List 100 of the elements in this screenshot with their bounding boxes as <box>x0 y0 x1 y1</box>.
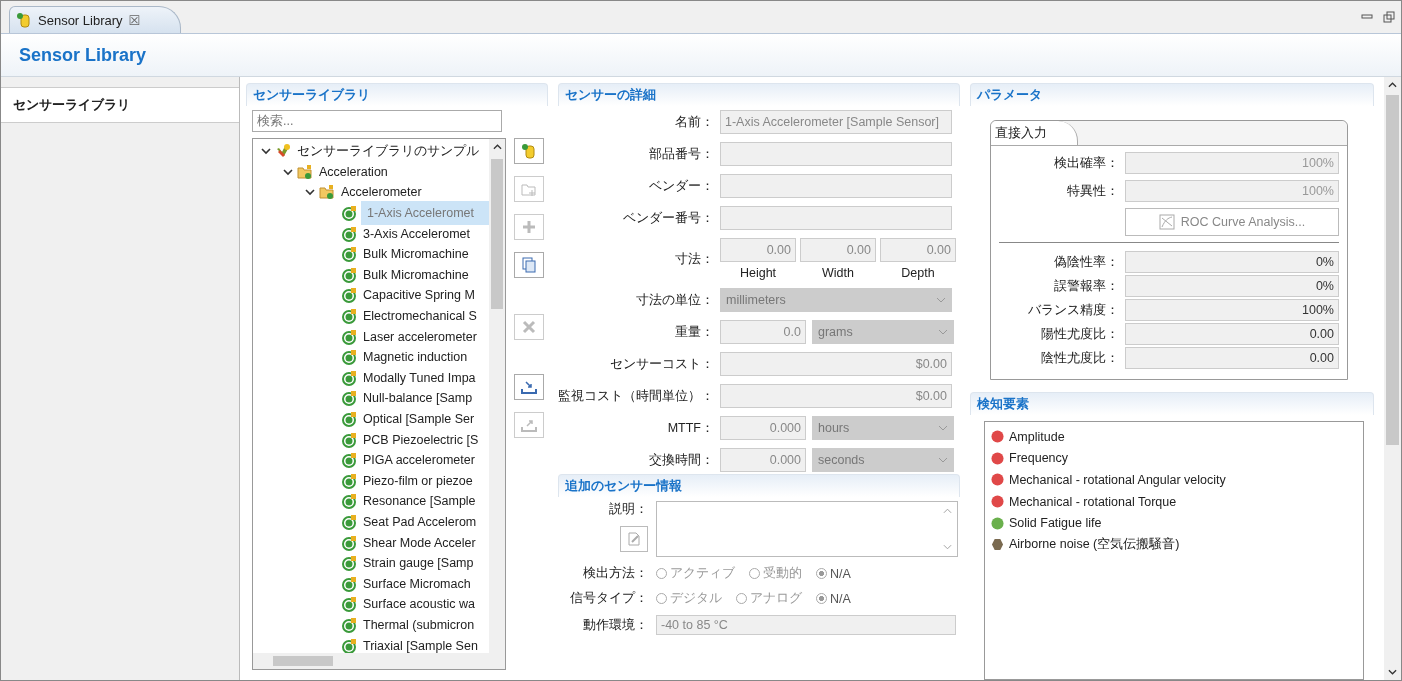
field-label: 説明： <box>609 501 648 518</box>
sensor-icon <box>341 616 357 633</box>
tree-item[interactable]: Piezo-film or piezoe <box>361 473 475 488</box>
list-item[interactable]: Frequency <box>1009 451 1069 466</box>
sensor-icon <box>341 390 357 407</box>
tree-item[interactable]: Optical [Sample Ser <box>361 412 477 426</box>
folder-icon <box>319 184 335 201</box>
chevron-icon[interactable] <box>283 166 293 177</box>
section-title: 追加のセンサー情報 <box>565 477 682 495</box>
sensor-icon <box>341 472 357 489</box>
list-item[interactable]: Mechanical - rotational Torque <box>1009 494 1177 509</box>
tree-item[interactable]: Laser accelerometer <box>361 329 479 344</box>
folder-icon <box>297 163 313 180</box>
page-title: Sensor Library <box>19 44 147 66</box>
scrollbar-thumb[interactable] <box>273 656 333 666</box>
input-field[interactable]: 100% <box>1125 299 1339 321</box>
sensor-icon <box>16 12 32 28</box>
tree-item[interactable]: Surface acoustic wa <box>361 597 477 612</box>
sensor-icon <box>341 328 357 345</box>
sensor-icon <box>341 411 357 427</box>
add-sensor-button[interactable] <box>514 138 544 164</box>
tree-item[interactable]: PIGA accelerometer <box>361 453 477 468</box>
roc-curve-button[interactable]: ROC Curve Analysis... <box>1125 208 1339 236</box>
radio-button[interactable] <box>656 593 667 604</box>
tree-item[interactable]: Accelerometer <box>339 185 424 200</box>
tree-item[interactable]: Seat Pad Accelerom <box>361 515 479 529</box>
radio-button[interactable] <box>816 593 827 604</box>
chevron-down-icon <box>938 457 948 463</box>
sensor-icon <box>341 431 357 448</box>
nav-item[interactable]: センサーライブラリ <box>1 87 239 123</box>
scroll-down-icon[interactable] <box>1388 669 1397 675</box>
search-field[interactable]: 検索... <box>252 110 502 132</box>
copy-icon <box>521 257 537 273</box>
input-field[interactable]: 0.00 <box>1125 323 1339 345</box>
tab-label: Sensor Library <box>38 12 123 28</box>
tree-item[interactable]: Resonance [Sample <box>361 494 478 509</box>
radio-label: N/A <box>830 566 851 581</box>
sensor-icon <box>341 575 357 592</box>
input-field[interactable]: 0.00 <box>1125 347 1339 369</box>
tree-item[interactable]: Electromechanical S <box>361 309 479 324</box>
tree-item[interactable]: PCB Piezoelectric [S <box>361 432 481 447</box>
scrollbar-thumb[interactable] <box>1386 95 1399 445</box>
tree-item[interactable]: Triaxial [Sample Sen <box>361 638 480 653</box>
tab[interactable]: 直接入力 <box>991 121 1078 145</box>
radio-button[interactable] <box>656 568 667 579</box>
field-label: MTTF： <box>666 419 714 437</box>
tree-item[interactable]: センサーライブラリのサンプル <box>295 142 481 160</box>
restore-icon[interactable] <box>1383 11 1395 23</box>
tree-item[interactable]: Null-balance [Samp <box>361 391 475 406</box>
sensor-icon <box>341 246 357 263</box>
field-caption: Height <box>738 266 778 280</box>
tree-item[interactable]: Bulk Micromachine <box>361 267 471 282</box>
scrollbar-thumb[interactable] <box>491 159 503 309</box>
field-label: 重量： <box>674 323 714 341</box>
sensor-icon <box>341 225 357 242</box>
tree-item[interactable]: 3-Axis Acceleromet <box>361 226 472 241</box>
import-button[interactable] <box>514 374 544 400</box>
tree-item[interactable]: Thermal (submicron <box>361 617 477 632</box>
field-label: 部品番号： <box>648 145 714 163</box>
sensor-icon <box>341 596 357 613</box>
tree-item[interactable]: Magnetic induction <box>361 350 470 365</box>
chevron-icon[interactable] <box>305 187 315 198</box>
section-title: 検知要素 <box>977 395 1029 413</box>
input-field[interactable]: 0% <box>1125 275 1339 297</box>
field-caption: Depth <box>900 266 936 280</box>
edit-button[interactable] <box>620 526 648 552</box>
input-field[interactable] <box>720 142 952 166</box>
sensor-icon <box>341 205 357 222</box>
tree-item[interactable]: 1-Axis Acceleromet <box>361 201 489 226</box>
tree-item[interactable]: Modally Tuned Impa <box>361 370 478 385</box>
library-icon <box>275 143 291 160</box>
tree-item[interactable]: Strain gauge [Samp <box>361 556 476 571</box>
delete-icon <box>521 319 537 335</box>
tree-item[interactable]: Capacitive Spring M <box>361 288 477 303</box>
scroll-up-icon[interactable] <box>492 144 502 150</box>
radio-button[interactable] <box>816 568 827 579</box>
list-item[interactable]: Airborne noise (空気伝搬騒音) <box>1009 536 1180 554</box>
radio-button[interactable] <box>736 593 747 604</box>
tree-item[interactable]: Shear Mode Acceler <box>361 535 478 550</box>
tree-item[interactable]: Acceleration <box>317 164 390 179</box>
field-label: 偽陰性率： <box>1053 253 1119 271</box>
field-label: 寸法： <box>674 250 714 268</box>
copy-button[interactable] <box>514 252 544 278</box>
list-item[interactable]: Amplitude <box>1009 429 1065 444</box>
field-label: ベンダー番号： <box>622 209 714 227</box>
input-field[interactable] <box>720 206 952 230</box>
sensor-icon <box>341 308 357 325</box>
close-button[interactable]: ☒ <box>128 12 141 28</box>
chevron-icon[interactable] <box>261 146 271 157</box>
tree-item[interactable]: Bulk Micromachine <box>361 247 471 262</box>
sensor-icon <box>341 287 357 304</box>
input-field[interactable] <box>720 174 952 198</box>
scroll-up-icon[interactable] <box>1388 82 1397 88</box>
export-icon <box>521 417 537 433</box>
editor-tab[interactable]: Sensor Library ☒ <box>9 6 182 33</box>
radio-button[interactable] <box>749 568 760 579</box>
list-item[interactable]: Mechanical - rotational Angular velocity <box>1009 473 1226 487</box>
tree-item[interactable]: Surface Micromach <box>361 576 473 591</box>
input-field[interactable]: 0% <box>1125 251 1339 273</box>
list-item[interactable]: Solid Fatigue life <box>1009 516 1102 531</box>
